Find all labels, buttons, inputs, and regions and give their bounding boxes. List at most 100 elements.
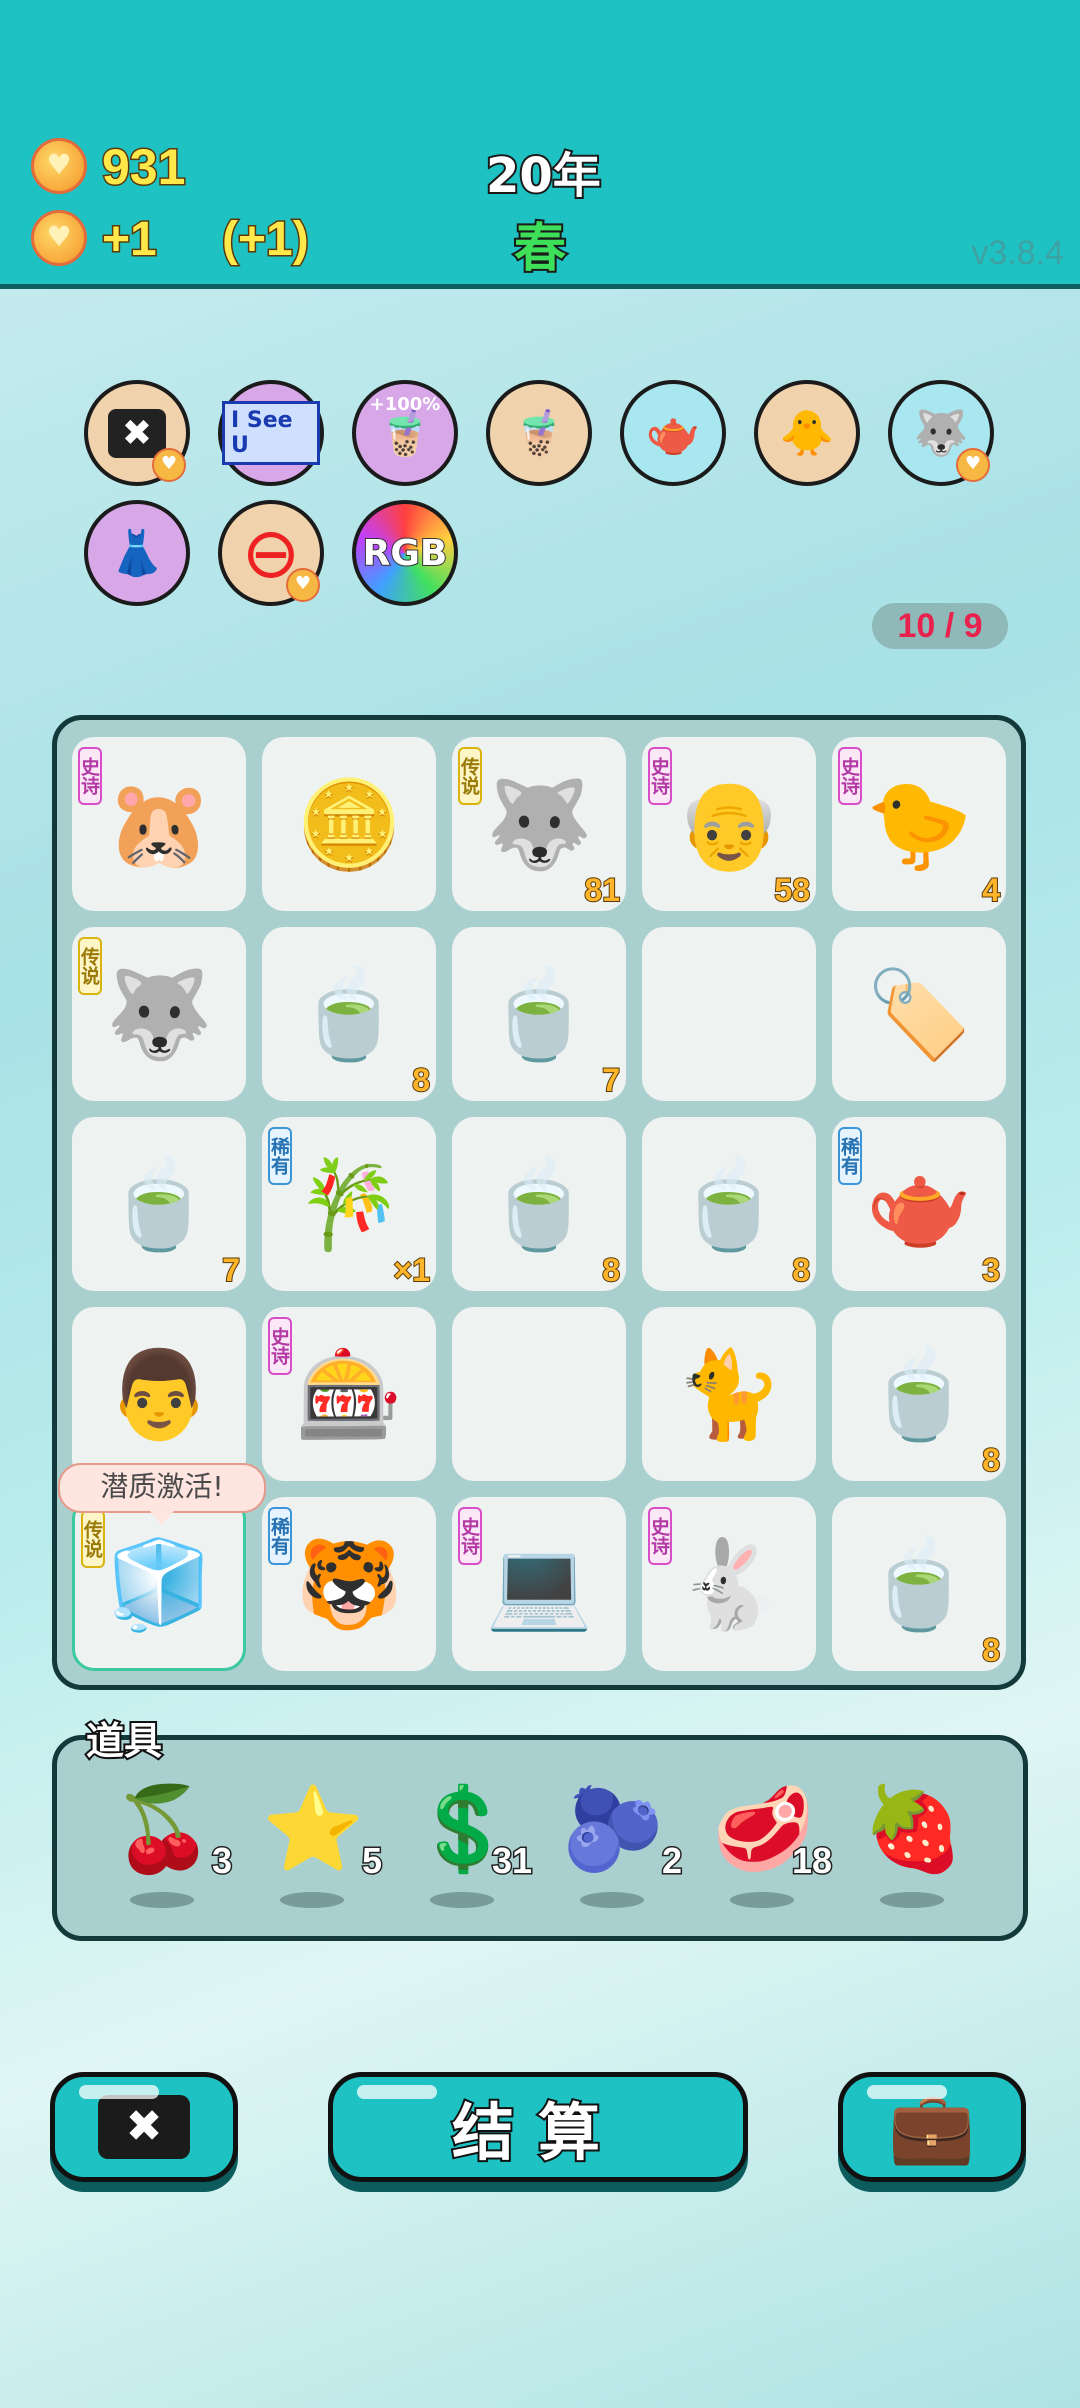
relic-icon: 🫖	[645, 408, 701, 459]
cell-symbol-icon	[642, 927, 816, 1101]
settle-label: 结算	[450, 2094, 624, 2171]
cell-counter: 8	[981, 1631, 1001, 1669]
board-cell[interactable]: 🎋 稀有 ×1	[262, 1117, 436, 1291]
cell-symbol-icon: 🪙	[295, 774, 403, 875]
cell-symbol-icon: 🍵	[865, 1344, 973, 1445]
relic-skirt[interactable]: 👗	[84, 500, 190, 606]
cell-counter: 81	[583, 871, 621, 909]
cell-symbol-icon: 🍵	[675, 1154, 783, 1255]
heart-badge-icon: ♥	[956, 448, 990, 482]
board-cell[interactable]: 🍵 7	[452, 927, 626, 1101]
board-cell[interactable]: 🍵 8	[262, 927, 436, 1101]
item-lychee[interactable]: 🍒 3	[112, 1780, 234, 1910]
board-cell[interactable]: 🐇 史诗	[642, 1497, 816, 1671]
board-cell[interactable]: 🫖 稀有 3	[832, 1117, 1006, 1291]
rarity-tag: 史诗	[838, 747, 862, 805]
relic-icon: 🧋	[511, 408, 567, 459]
item-shadow	[430, 1892, 494, 1908]
cell-counter: 3	[981, 1251, 1001, 1289]
top-bar: 931 +1 (+1) 20年 春 v3.8.4	[0, 0, 1080, 289]
settle-button[interactable]: 结算	[328, 2072, 748, 2182]
board-cell[interactable]: 🍵 8	[452, 1117, 626, 1291]
items-title: 道具	[84, 1717, 164, 1765]
cell-counter: 7	[221, 1251, 241, 1289]
board-cell[interactable]: 🐺 传说	[72, 927, 246, 1101]
cell-counter: 8	[791, 1251, 811, 1289]
income-value: +1	[101, 212, 159, 268]
strawberry-icon: 🍓	[862, 1782, 965, 1877]
relic-minus[interactable]: ⊖ ♥	[218, 500, 324, 606]
cell-counter: 58	[773, 871, 811, 909]
board-cell[interactable]: 🐺 传说 81	[452, 737, 626, 911]
income-bonus: (+1)	[221, 212, 311, 268]
board-cell[interactable]: 🍵 8	[832, 1497, 1006, 1671]
item-quantity: 31	[490, 1839, 533, 1883]
item-dollar-coin[interactable]: 💲 31	[412, 1780, 534, 1910]
season-label: 春	[512, 217, 568, 281]
board-cell[interactable]	[452, 1307, 626, 1481]
board-cell[interactable]: 👴 史诗 58	[642, 737, 816, 911]
potential-tooltip: 潜质激活!	[58, 1463, 266, 1525]
relic-chick-egg[interactable]: 🐥	[754, 380, 860, 486]
item-quantity: 3	[210, 1839, 233, 1883]
board-cell[interactable]: 💻 史诗	[452, 1497, 626, 1671]
board-cell[interactable]: 🐹 史诗	[72, 737, 246, 911]
cell-symbol-icon: 🏷️	[865, 964, 973, 1065]
star-icon: ⭐	[262, 1782, 365, 1877]
relic-rgb[interactable]: RGB	[352, 500, 458, 606]
item-shadow	[280, 1892, 344, 1908]
button-shine	[867, 2085, 947, 2099]
lychee-icon: 🍒	[112, 1782, 215, 1877]
cell-symbol-icon: 🐈	[675, 1344, 783, 1445]
board-cell[interactable]: 🍵 8	[642, 1117, 816, 1291]
board-cell[interactable]: 🏷️	[832, 927, 1006, 1101]
item-shadow	[130, 1892, 194, 1908]
board-cell[interactable]: 🐯 稀有	[262, 1497, 436, 1671]
cell-symbol-icon: 🍵	[105, 1154, 213, 1255]
relic-remove-tag[interactable]: ✖ ♥	[84, 380, 190, 486]
relic-bubble-tea[interactable]: 🧋	[486, 380, 592, 486]
board-cell[interactable]	[642, 927, 816, 1101]
board-cell[interactable]: 🍵 7	[72, 1117, 246, 1291]
board-cell[interactable]: 🐤 史诗 4	[832, 737, 1006, 911]
inventory-button[interactable]: 💼	[838, 2072, 1026, 2182]
rarity-tag: 史诗	[458, 1507, 482, 1565]
relic-icon: I See U	[222, 401, 320, 465]
relic-label: +100%	[369, 394, 441, 415]
relic-icon: RGB	[362, 532, 449, 575]
item-shadow	[580, 1892, 644, 1908]
cell-symbol-icon: 🍵	[865, 1534, 973, 1635]
cell-symbol-icon: 👨	[105, 1344, 213, 1445]
rarity-tag: 传说	[81, 1510, 105, 1568]
cell-counter: 8	[411, 1061, 431, 1099]
item-star[interactable]: ⭐ 5	[262, 1780, 384, 1910]
cell-symbol-icon: 🍵	[295, 964, 403, 1065]
rarity-tag: 传说	[78, 937, 102, 995]
item-shadow	[730, 1892, 794, 1908]
relic-bubble-tea-100[interactable]: 🧋 +100%	[352, 380, 458, 486]
board-cell[interactable]: 👨	[72, 1307, 246, 1481]
income-coin-icon	[31, 210, 87, 266]
relic-gravy-boat[interactable]: 🫖	[620, 380, 726, 486]
item-quantity: 2	[660, 1839, 683, 1883]
board-cell[interactable]: 🍵 8	[832, 1307, 1006, 1481]
cell-counter: 8	[981, 1441, 1001, 1479]
version-label: v3.8.4	[971, 234, 1064, 272]
relic-icon: 👗	[109, 528, 165, 579]
board-cell[interactable]: 🪙	[262, 737, 436, 911]
relic-icon: 🐺	[913, 408, 969, 459]
cell-symbol-icon	[452, 1307, 626, 1481]
board-cell[interactable]: 🐈	[642, 1307, 816, 1481]
rarity-tag: 史诗	[268, 1317, 292, 1375]
relic-husky[interactable]: 🐺 ♥	[888, 380, 994, 486]
cell-counter: 8	[601, 1251, 621, 1289]
relic-i-see-u[interactable]: I See U	[218, 380, 324, 486]
item-blueberry[interactable]: 🫐 2	[562, 1780, 684, 1910]
item-strawberry[interactable]: 🍓	[862, 1780, 982, 1910]
board-cell[interactable]: 🎰 史诗	[262, 1307, 436, 1481]
cell-counter: 4	[981, 871, 1001, 909]
item-shadow	[880, 1892, 944, 1908]
rarity-tag: 稀有	[268, 1127, 292, 1185]
remove-button[interactable]: ✖	[50, 2072, 238, 2182]
item-liver[interactable]: 🥩 18	[712, 1780, 834, 1910]
